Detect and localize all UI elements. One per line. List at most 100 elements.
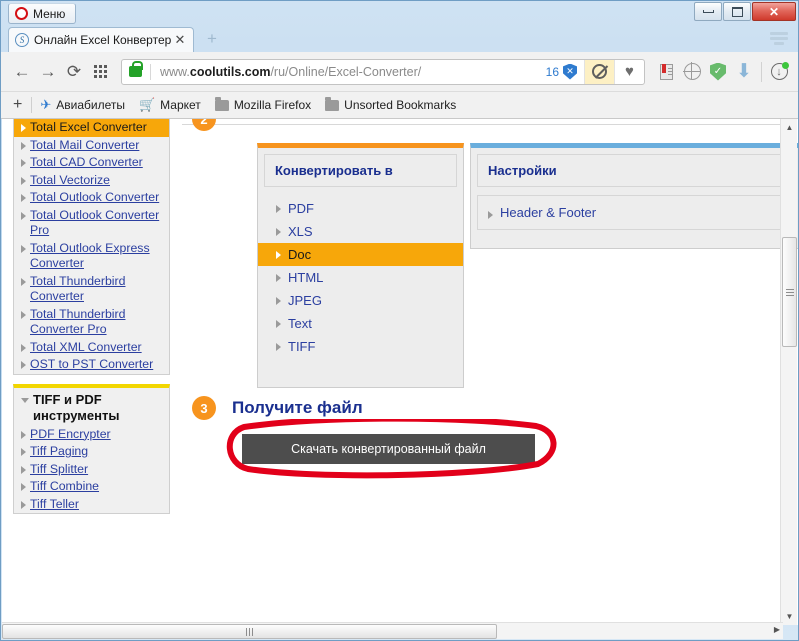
sidebar-item-label: Total Vectorize <box>30 173 110 189</box>
forward-button[interactable]: → <box>35 59 61 85</box>
globe-extension-icon[interactable] <box>679 59 705 85</box>
sidebar-item-label: Total Outlook Express Converter <box>30 241 164 272</box>
bookmarks-bar: + ✈ Авиабилеты 🛒 Маркет Mozilla Firefox … <box>1 92 799 119</box>
format-option-tiff[interactable]: TIFF <box>258 335 463 358</box>
sidebar-item-tiff-splitter[interactable]: Tiff Splitter <box>14 461 169 479</box>
horizontal-scrollbar-thumb[interactable] <box>2 624 497 639</box>
scroll-up-button[interactable]: ▲ <box>781 119 798 136</box>
sidebar-item-total-outlook-converter[interactable]: Total Outlook Converter <box>14 189 169 207</box>
chevron-right-icon <box>21 142 26 150</box>
chevron-right-icon <box>21 245 26 253</box>
download-converted-file-button[interactable]: Скачать конвертированный файл <box>242 434 535 464</box>
format-option-pdf[interactable]: PDF <box>258 197 463 220</box>
chevron-right-icon <box>276 274 281 282</box>
tab-menu-icon[interactable] <box>770 30 788 48</box>
sidebar-item-total-mail-converter[interactable]: Total Mail Converter <box>14 137 169 155</box>
speed-dial-icon[interactable] <box>87 59 113 85</box>
vertical-scrollbar[interactable]: ▲ ▼ <box>780 119 797 625</box>
convert-to-panel: Конвертировать в PDF XLS Doc <box>257 143 464 388</box>
bookmark-folder-unsorted[interactable]: Unsorted Bookmarks <box>325 98 456 112</box>
title-bar: Меню ✕ <box>1 1 799 25</box>
new-tab-button[interactable]: + <box>203 31 221 49</box>
add-favorite-button[interactable]: ♥ <box>614 59 644 85</box>
vertical-scrollbar-thumb[interactable] <box>782 237 797 347</box>
bookmark-item-aviabilety[interactable]: ✈ Авиабилеты <box>40 97 125 113</box>
settings-row-header-footer[interactable]: Header & Footer <box>477 195 793 230</box>
format-option-jpeg[interactable]: JPEG <box>258 289 463 312</box>
scroll-right-button[interactable]: ▶ <box>774 625 780 634</box>
sidebar-item-total-outlook-converter-pro[interactable]: Total Outlook Converter Pro <box>14 207 169 240</box>
bookmark-folder-mozilla-firefox[interactable]: Mozilla Firefox <box>215 98 311 112</box>
sidebar-item-total-vectorize[interactable]: Total Vectorize <box>14 172 169 190</box>
scroll-down-button[interactable]: ▼ <box>781 608 798 625</box>
tab-active[interactable]: S Онлайн Excel Конвертер ✕ <box>8 27 194 52</box>
format-option-doc[interactable]: Doc <box>258 243 463 266</box>
sidebar-item-label: Total Thunderbird Converter Pro <box>30 307 164 338</box>
update-status-icon[interactable]: ↓ <box>766 59 792 85</box>
horizontal-scrollbar[interactable]: ▶ <box>2 622 783 639</box>
sidebar-item-label: PDF Encrypter <box>30 427 111 443</box>
chevron-right-icon <box>276 205 281 213</box>
sidebar-item-ost-to-pst-converter[interactable]: OST to PST Converter <box>14 356 169 374</box>
back-button[interactable]: ← <box>9 59 35 85</box>
sidebar-item-total-thunderbird-converter-pro[interactable]: Total Thunderbird Converter Pro <box>14 306 169 339</box>
blocked-ads-count: 16 <box>546 65 563 79</box>
sidebar-item-total-outlook-express-converter[interactable]: Total Outlook Express Converter <box>14 240 169 273</box>
spacer <box>13 375 170 384</box>
bookmark-label: Unsorted Bookmarks <box>344 98 456 112</box>
settings-panel-header: Настройки <box>477 154 793 187</box>
adblock-shield-icon[interactable]: ✕ <box>563 64 577 80</box>
opera-menu-button[interactable]: Меню <box>8 3 76 24</box>
folder-icon <box>215 100 229 111</box>
format-label: HTML <box>288 270 323 285</box>
sidebar-products-block: Total Excel Converter Total Mail Convert… <box>13 119 170 375</box>
sidebar-item-tiff-teller[interactable]: Tiff Teller <box>14 496 169 514</box>
format-label: Doc <box>288 247 311 262</box>
chevron-right-icon <box>21 212 26 220</box>
sidebar-item-total-xml-converter[interactable]: Total XML Converter <box>14 339 169 357</box>
sidebar-item-label: Total Outlook Converter Pro <box>30 208 164 239</box>
adguard-extension-icon[interactable]: ✓ <box>705 59 731 85</box>
chevron-right-icon <box>21 361 26 369</box>
divider <box>182 124 782 125</box>
tab-favicon-icon: S <box>15 33 29 47</box>
opera-logo-icon <box>15 7 28 20</box>
bookmark-extension-icon[interactable] <box>653 59 679 85</box>
sidebar-item-label: Total CAD Converter <box>30 155 143 171</box>
page-viewport: Total Excel Converter Total Mail Convert… <box>2 119 798 625</box>
window-controls: ✕ <box>693 2 796 21</box>
sidebar-tools-block: TIFF и PDF инструменты PDF Encrypter Tif… <box>13 384 170 515</box>
format-label: TIFF <box>288 339 315 354</box>
chevron-right-icon <box>21 159 26 167</box>
format-option-text[interactable]: Text <box>258 312 463 335</box>
sidebar-item-total-cad-converter[interactable]: Total CAD Converter <box>14 154 169 172</box>
chevron-down-icon <box>21 398 29 403</box>
maximize-button[interactable] <box>723 2 751 21</box>
bookmark-label: Авиабилеты <box>56 98 125 112</box>
sidebar-item-total-excel-converter[interactable]: Total Excel Converter <box>14 119 169 137</box>
sidebar-item-label: Total XML Converter <box>30 340 142 356</box>
block-content-button[interactable] <box>584 59 614 85</box>
chevron-right-icon <box>21 501 26 509</box>
download-extension-icon[interactable]: ⬇ <box>731 59 757 85</box>
format-option-xls[interactable]: XLS <box>258 220 463 243</box>
opera-menu-label: Меню <box>33 7 65 21</box>
close-icon[interactable]: ✕ <box>173 32 187 48</box>
minimize-icon <box>703 10 714 13</box>
bookmark-item-market[interactable]: 🛒 Маркет <box>139 97 201 113</box>
sidebar-item-label: Total Thunderbird Converter <box>30 274 164 305</box>
chevron-right-icon <box>21 278 26 286</box>
add-bookmark-button[interactable]: + <box>11 96 31 114</box>
sidebar-item-tiff-combine[interactable]: Tiff Combine <box>14 478 169 496</box>
format-list: PDF XLS Doc HTML <box>258 193 463 368</box>
sidebar-item-pdf-encrypter[interactable]: PDF Encrypter <box>14 426 169 444</box>
reload-button[interactable]: ⟳ <box>61 59 87 85</box>
sidebar-item-tiff-paging[interactable]: Tiff Paging <box>14 443 169 461</box>
close-button[interactable]: ✕ <box>752 2 796 21</box>
sidebar-item-total-thunderbird-converter[interactable]: Total Thunderbird Converter <box>14 273 169 306</box>
sidebar-section-title[interactable]: TIFF и PDF инструменты <box>14 388 169 426</box>
minimize-button[interactable] <box>694 2 722 21</box>
format-option-html[interactable]: HTML <box>258 266 463 289</box>
address-bar[interactable]: www.coolutils.com/ru/Online/Excel-Conver… <box>121 59 645 85</box>
convert-panel-header: Конвертировать в <box>264 154 457 187</box>
